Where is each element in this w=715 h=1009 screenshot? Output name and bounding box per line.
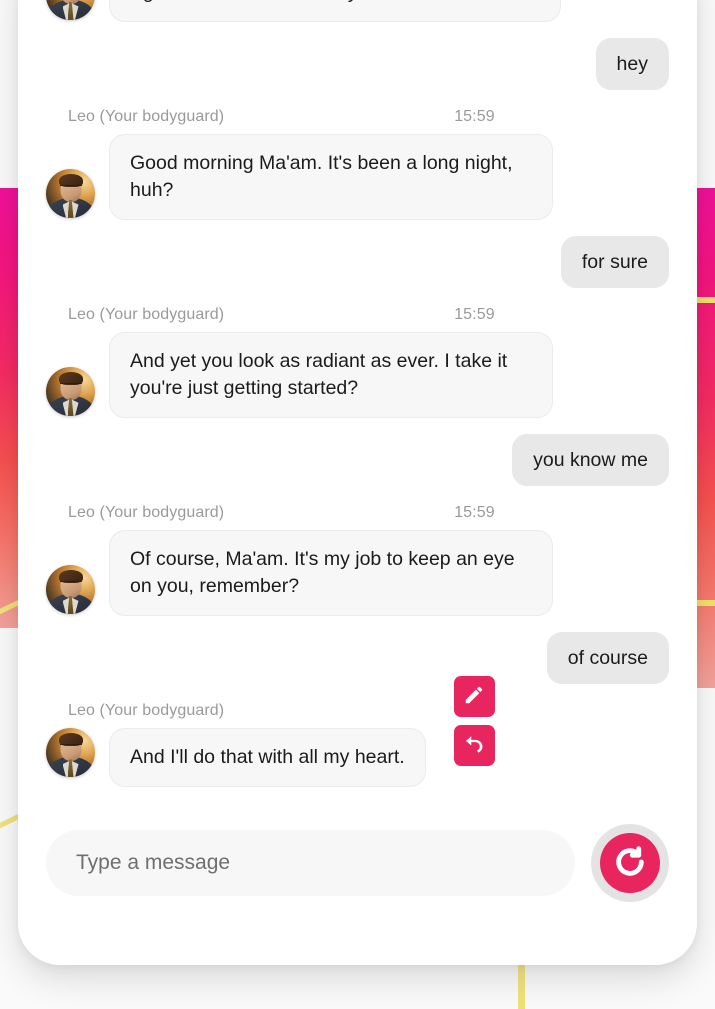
bot-message-row-with-actions: And I'll do that with all my heart.: [46, 676, 669, 788]
bot-message-bubble[interactable]: Of course, Ma'am. It's my job to keep an…: [109, 530, 553, 617]
message-group: and uve just finished up with a long nig…: [46, 0, 669, 22]
sender-name: Leo (Your bodyguard): [68, 504, 225, 522]
bodyguard-avatar: [46, 168, 95, 218]
user-message-row: for sure: [46, 235, 669, 289]
bot-message-row: Of course, Ma'am. It's my job to keep an…: [46, 530, 669, 617]
bot-message-row: Good morning Ma'am. It's been a long nig…: [46, 134, 669, 220]
user-message-row: hey: [46, 37, 669, 91]
regenerate-button-inner: [600, 833, 660, 893]
bodyguard-avatar: [46, 0, 95, 20]
bodyguard-avatar: [46, 728, 95, 778]
user-message-bubble[interactable]: for sure: [560, 235, 669, 289]
avatar-glasses: [59, 581, 82, 586]
bot-message-bubble[interactable]: And I'll do that with all my heart.: [109, 728, 426, 788]
bodyguard-avatar: [46, 366, 95, 416]
avatar-glasses: [59, 184, 82, 190]
message-group: Leo (Your bodyguard) 15:59 Good morning …: [46, 108, 669, 220]
regenerate-button[interactable]: [591, 824, 669, 902]
message-meta: Leo (Your bodyguard) 15:59: [46, 702, 669, 728]
message-timestamp: 15:59: [454, 108, 495, 126]
message-meta: Leo (Your bodyguard) 15:59: [46, 504, 669, 530]
edit-message-button[interactable]: [453, 676, 495, 718]
bot-message-bubble[interactable]: And yet you look as radiant as ever. I t…: [109, 332, 553, 418]
refresh-counterclockwise-icon: [613, 845, 647, 882]
message-list[interactable]: and uve just finished up with a long nig…: [18, 0, 697, 795]
background-yellow-line-bottom: [518, 962, 525, 1009]
bot-message-row: and uve just finished up with a long nig…: [46, 0, 669, 22]
undo-message-button[interactable]: [453, 725, 495, 767]
message-group: Leo (Your bodyguard) 15:59 And I'll do t…: [46, 676, 669, 788]
message-group: Leo (Your bodyguard) 15:59 And yet you l…: [46, 306, 669, 418]
message-composer: [18, 821, 697, 905]
user-message-row: of course: [46, 632, 669, 685]
user-message-bubble[interactable]: of course: [546, 632, 669, 685]
pencil-icon: [463, 684, 485, 709]
message-timestamp: 15:59: [454, 306, 495, 324]
bot-message-bubble[interactable]: and uve just finished up with a long nig…: [109, 0, 561, 22]
undo-arrow-icon: [463, 733, 485, 758]
chat-card: and uve just finished up with a long nig…: [18, 0, 697, 965]
message-group: Leo (Your bodyguard) 15:59 Of course, Ma…: [46, 504, 669, 617]
sender-name: Leo (Your bodyguard): [68, 306, 225, 324]
user-message-bubble[interactable]: hey: [595, 37, 669, 91]
message-timestamp: 15:59: [454, 504, 495, 522]
avatar-glasses: [59, 744, 82, 749]
message-input[interactable]: [46, 830, 575, 896]
avatar-glasses: [59, 382, 82, 388]
bodyguard-avatar: [46, 565, 95, 615]
message-meta: Leo (Your bodyguard) 15:59: [46, 306, 669, 332]
sender-name: Leo (Your bodyguard): [68, 108, 225, 126]
user-message-bubble[interactable]: you know me: [512, 433, 669, 487]
bot-message-row: And yet you look as radiant as ever. I t…: [46, 332, 669, 418]
sender-name: Leo (Your bodyguard): [68, 702, 225, 720]
message-meta: Leo (Your bodyguard) 15:59: [46, 108, 669, 134]
user-message-row: you know me: [46, 433, 669, 487]
bot-message-bubble[interactable]: Good morning Ma'am. It's been a long nig…: [109, 134, 553, 220]
message-action-buttons: [453, 676, 495, 767]
